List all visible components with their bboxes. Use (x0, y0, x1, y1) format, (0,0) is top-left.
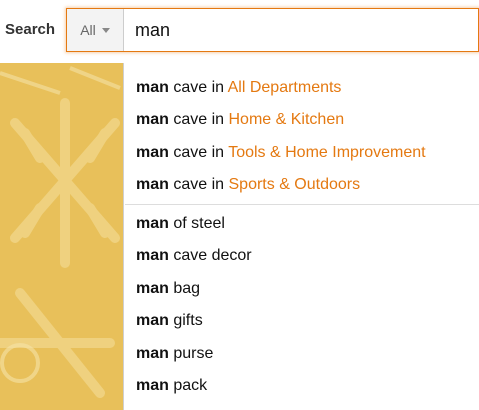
suggestion-item[interactable]: man purse (136, 340, 213, 368)
suggestion-match: man (136, 280, 169, 297)
suggestion-item[interactable]: man pack (136, 372, 207, 400)
suggestion-text: cave decor (168, 247, 252, 264)
suggestion-match: man (136, 345, 169, 362)
suggestion-item[interactable]: man gifts (136, 307, 203, 335)
suggestion-text: purse (168, 345, 214, 362)
suggestion-match: man (136, 215, 169, 232)
suggestion-item[interactable]: man cave decor (136, 242, 252, 270)
suggestion-text: cave in (168, 79, 228, 96)
suggestion-text: gifts (168, 312, 203, 329)
suggestion-item[interactable]: man cave in Sports & Outdoors (136, 171, 360, 199)
suggestion-match: man (136, 111, 169, 128)
scope-dropdown[interactable]: All (67, 9, 124, 51)
suggestion-department: All Departments (227, 79, 342, 96)
suggestion-text: cave in (168, 111, 229, 128)
suggestions-dropdown: man cave in All Departments man cave in … (123, 63, 479, 410)
suggestion-match: man (136, 312, 169, 329)
suggestion-match: man (136, 144, 169, 161)
suggestions-divider (125, 204, 479, 205)
suggestion-department: Home & Kitchen (228, 111, 345, 128)
suggestion-match: man (136, 176, 169, 193)
suggestion-item[interactable]: man cave in Tools & Home Improvement (136, 139, 426, 167)
search-input[interactable] (135, 9, 465, 51)
suggestion-item[interactable]: man bag (136, 275, 200, 303)
suggestion-text: cave in (168, 176, 229, 193)
suggestion-department: Tools & Home Improvement (228, 144, 426, 161)
suggestion-text: pack (168, 377, 208, 394)
suggestion-department: Sports & Outdoors (228, 176, 361, 193)
suggestion-text: cave in (168, 144, 229, 161)
scope-label: All (80, 22, 96, 38)
suggestion-match: man (136, 377, 169, 394)
suggestion-item[interactable]: man cave in All Departments (136, 74, 341, 102)
suggestion-item[interactable]: man of steel (136, 210, 225, 238)
suggestion-text: bag (168, 280, 201, 297)
suggestion-item[interactable]: man cave in Home & Kitchen (136, 106, 344, 134)
suggestion-text: of steel (168, 215, 225, 232)
chevron-down-icon (101, 27, 110, 33)
suggestion-match: man (136, 79, 169, 96)
search-box: All (66, 8, 479, 52)
search-label: Search (5, 21, 56, 38)
suggestion-match: man (136, 247, 169, 264)
